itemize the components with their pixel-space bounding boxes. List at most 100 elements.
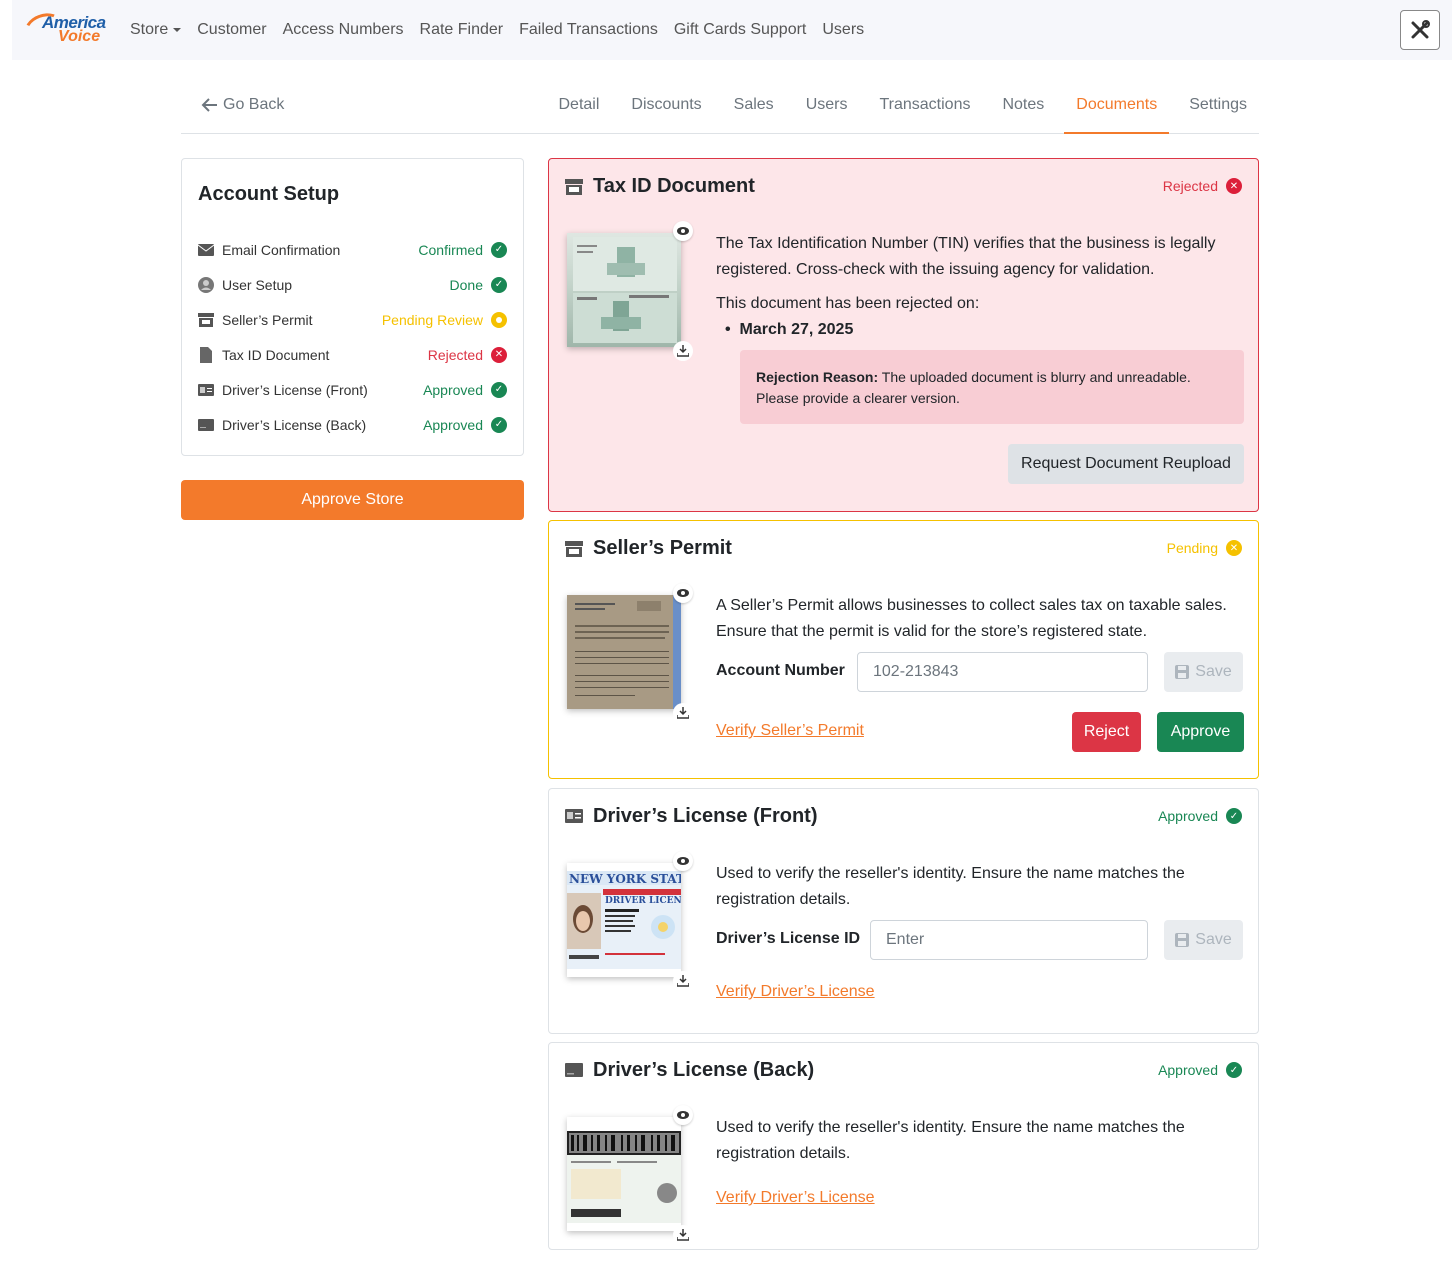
account-number-label: Account Number bbox=[716, 662, 845, 679]
user-circle-icon bbox=[198, 276, 214, 293]
document-thumbnail[interactable] bbox=[565, 1105, 693, 1245]
nav-failed-transactions[interactable]: Failed Transactions bbox=[519, 21, 658, 39]
eye-icon[interactable] bbox=[673, 851, 693, 871]
setup-item-taxid: Tax ID Document Rejected ✕ bbox=[198, 337, 507, 372]
card-back-icon bbox=[565, 1062, 583, 1077]
permit-document-image bbox=[567, 595, 681, 709]
check-circle-icon: ✓ bbox=[1226, 1062, 1242, 1078]
eye-icon[interactable] bbox=[673, 221, 693, 241]
check-circle-icon: ✓ bbox=[491, 416, 507, 433]
setup-item-dl-back: Driver’s License (Back) Approved ✓ bbox=[198, 407, 507, 442]
dl-front-title: Driver’s License (Front) bbox=[565, 805, 818, 828]
nav-customer[interactable]: Customer bbox=[197, 21, 266, 39]
save-account-number-button[interactable]: Save bbox=[1164, 652, 1243, 692]
dl-front-card: Driver’s License (Front) Approved ✓ NEW … bbox=[548, 788, 1259, 1034]
check-circle-icon: ✓ bbox=[491, 276, 507, 293]
save-icon bbox=[1175, 933, 1190, 947]
download-icon[interactable] bbox=[673, 971, 693, 991]
verify-dl-back-link[interactable]: Verify Driver’s License bbox=[716, 1189, 875, 1207]
caret-down-icon bbox=[173, 28, 182, 32]
request-reupload-button[interactable]: Request Document Reupload bbox=[1008, 444, 1244, 484]
account-setup-panel: Account Setup Email Confirmation Confirm… bbox=[181, 158, 524, 456]
dl-back-description: Used to verify the reseller's identity. … bbox=[716, 1119, 1185, 1162]
reject-button[interactable]: Reject bbox=[1072, 712, 1141, 752]
rejected-on-label: This document has been rejected on: bbox=[716, 295, 980, 312]
tab-users[interactable]: Users bbox=[794, 84, 860, 134]
account-number-input[interactable]: 102-213843 bbox=[857, 652, 1148, 692]
setup-item-permit: Seller’s Permit Pending Review bbox=[198, 302, 507, 337]
download-icon[interactable] bbox=[673, 1225, 693, 1245]
dl-id-label: Driver’s License ID bbox=[716, 930, 861, 947]
sellers-permit-card: Seller’s Permit Pending ✕ A Seller’s Per… bbox=[548, 520, 1259, 779]
tabs: Detail Discounts Sales Users Transaction… bbox=[539, 84, 1260, 134]
license-front-image: NEW YORK STATE DRIVER LICENSE bbox=[567, 871, 681, 969]
approve-store-button[interactable]: Approve Store bbox=[181, 480, 524, 520]
tax-id-card: Tax ID Document Rejected ✕ The Tax Ident… bbox=[548, 158, 1259, 512]
save-dl-id-button[interactable]: Save bbox=[1164, 920, 1243, 960]
store-icon bbox=[198, 312, 214, 328]
dl-back-title: Driver’s License (Back) bbox=[565, 1059, 814, 1082]
file-icon bbox=[198, 346, 214, 363]
tab-transactions[interactable]: Transactions bbox=[867, 84, 982, 134]
rejection-reason-box: Rejection Reason: The uploaded document … bbox=[740, 350, 1244, 424]
approve-button[interactable]: Approve bbox=[1157, 712, 1244, 752]
tab-sales[interactable]: Sales bbox=[722, 84, 786, 134]
dl-front-description: Used to verify the reseller's identity. … bbox=[716, 865, 1185, 908]
america-voice-logo[interactable]: America Voice bbox=[20, 8, 108, 50]
tax-id-description: The Tax Identification Number (TIN) veri… bbox=[716, 235, 1216, 278]
nav-users[interactable]: Users bbox=[822, 21, 864, 39]
tab-settings[interactable]: Settings bbox=[1177, 84, 1259, 134]
tab-detail[interactable]: Detail bbox=[547, 84, 612, 134]
pending-circle-icon bbox=[491, 311, 507, 328]
logo-text-line2: Voice bbox=[58, 28, 101, 45]
store-icon bbox=[565, 540, 583, 557]
svg-text:NEW YORK STATE: NEW YORK STATE bbox=[569, 872, 681, 886]
x-circle-icon: ✕ bbox=[1226, 178, 1242, 194]
pending-circle-icon: ✕ bbox=[1226, 540, 1242, 556]
license-back-image bbox=[567, 1131, 681, 1223]
eye-icon[interactable] bbox=[673, 583, 693, 603]
store-icon bbox=[565, 178, 583, 195]
tab-documents[interactable]: Documents bbox=[1064, 84, 1170, 134]
tax-id-title: Tax ID Document bbox=[565, 175, 755, 198]
setup-item-user: User Setup Done ✓ bbox=[198, 267, 507, 302]
x-circle-icon: ✕ bbox=[491, 346, 507, 363]
eye-icon[interactable] bbox=[673, 1105, 693, 1125]
tab-discounts[interactable]: Discounts bbox=[619, 84, 713, 134]
status-badge: Approved ✓ bbox=[1158, 1062, 1242, 1078]
envelope-icon bbox=[198, 242, 214, 258]
go-back-link[interactable]: Go Back bbox=[201, 96, 284, 114]
tab-notes[interactable]: Notes bbox=[990, 84, 1056, 134]
nav-rate-finder[interactable]: Rate Finder bbox=[420, 21, 504, 39]
download-icon[interactable] bbox=[673, 341, 693, 361]
setup-item-email: Email Confirmation Confirmed ✓ bbox=[198, 232, 507, 267]
download-icon[interactable] bbox=[673, 703, 693, 723]
svg-text:DRIVER LICENSE: DRIVER LICENSE bbox=[605, 896, 681, 906]
status-badge: Approved ✓ bbox=[1158, 808, 1242, 824]
nav-gift-cards-support[interactable]: Gift Cards Support bbox=[674, 21, 807, 39]
tax-document-image bbox=[573, 237, 677, 343]
check-circle-icon: ✓ bbox=[1226, 808, 1242, 824]
check-circle-icon: ✓ bbox=[491, 241, 507, 258]
account-setup-title: Account Setup bbox=[198, 183, 340, 205]
tools-button[interactable] bbox=[1400, 10, 1440, 50]
verify-dl-front-link[interactable]: Verify Driver’s License bbox=[716, 983, 875, 1001]
tools-icon bbox=[1411, 20, 1430, 39]
save-icon bbox=[1175, 665, 1190, 679]
rejected-date: • March 27, 2025 bbox=[725, 321, 854, 338]
dl-back-card: Driver’s License (Back) Approved ✓ Used … bbox=[548, 1042, 1259, 1250]
document-thumbnail[interactable]: NEW YORK STATE DRIVER LICENSE bbox=[565, 851, 693, 991]
sellers-permit-title: Seller’s Permit bbox=[565, 537, 732, 560]
nav-access-numbers[interactable]: Access Numbers bbox=[283, 21, 404, 39]
dl-id-input[interactable]: Enter bbox=[870, 920, 1148, 960]
nav-store[interactable]: Store bbox=[130, 21, 182, 39]
permit-description: A Seller’s Permit allows businesses to c… bbox=[716, 597, 1227, 640]
verify-sellers-permit-link[interactable]: Verify Seller’s Permit bbox=[716, 722, 864, 740]
setup-item-dl-front: Driver’s License (Front) Approved ✓ bbox=[198, 372, 507, 407]
id-card-icon bbox=[565, 808, 583, 823]
document-thumbnail[interactable] bbox=[565, 221, 693, 361]
top-navbar: America Voice Store Customer Access Numb… bbox=[12, 0, 1452, 60]
document-thumbnail[interactable] bbox=[565, 583, 693, 723]
card-back-icon bbox=[198, 417, 214, 433]
arrow-left-icon bbox=[201, 98, 217, 112]
